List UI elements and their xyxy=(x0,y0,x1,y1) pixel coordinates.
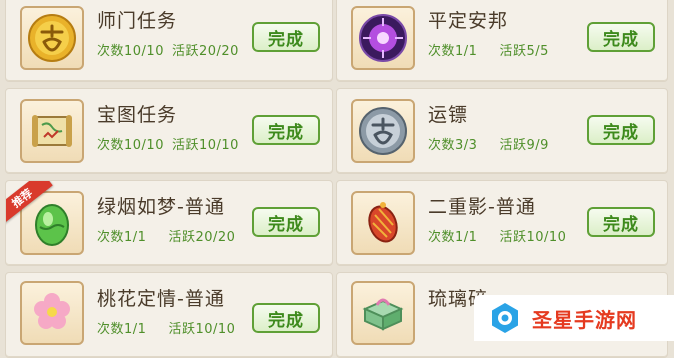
task-card-pingding: 平定安邦 次数1/1 活跃5/5 完成 xyxy=(336,0,668,82)
task-title: 平定安邦 xyxy=(428,10,509,32)
task-stats: 次数1/1 活跃20/20 xyxy=(97,226,235,245)
task-card-taohua: 桃花定情-普通 次数1/1 活跃10/10 完成 xyxy=(5,272,333,358)
complete-button[interactable]: 完成 xyxy=(252,22,320,52)
dream-coin-icon xyxy=(20,6,84,70)
task-activity: 活跃10/10 xyxy=(171,138,239,153)
peach-blossom-icon xyxy=(20,281,84,345)
task-title: 桃花定情-普通 xyxy=(97,288,225,310)
treasure-map-scroll-icon xyxy=(20,99,84,163)
complete-button[interactable]: 完成 xyxy=(252,303,320,333)
task-count: 次数1/1 xyxy=(428,230,478,245)
task-card-shimen: 师门任务 次数10/10 活跃20/20 完成 xyxy=(5,0,333,82)
task-activity: 活跃10/10 xyxy=(499,230,567,245)
task-card-yunbiao: 运镖 次数3/3 活跃9/9 完成 xyxy=(336,88,668,174)
task-count: 次数1/1 xyxy=(97,322,147,337)
watermark-text: 圣星手游网 xyxy=(532,307,637,332)
complete-button[interactable]: 完成 xyxy=(587,207,655,237)
complete-button[interactable]: 完成 xyxy=(252,115,320,145)
task-count: 次数1/1 xyxy=(97,230,147,245)
task-count: 次数3/3 xyxy=(428,138,478,153)
task-stats: 次数1/1 活跃10/10 xyxy=(428,226,566,245)
task-activity: 活跃5/5 xyxy=(499,44,549,59)
task-title: 二重影-普通 xyxy=(428,196,536,218)
task-activity: 活跃20/20 xyxy=(168,230,236,245)
task-stats: 次数3/3 活跃9/9 xyxy=(428,134,549,153)
task-title: 绿烟如梦-普通 xyxy=(97,196,225,218)
complete-button[interactable]: 完成 xyxy=(252,207,320,237)
task-activity: 活跃20/20 xyxy=(171,44,239,59)
task-title: 宝图任务 xyxy=(97,104,178,126)
purple-orb-icon xyxy=(351,6,415,70)
task-title: 师门任务 xyxy=(97,10,178,32)
site-watermark: 圣星手游网 xyxy=(474,295,674,341)
jade-box-icon xyxy=(351,281,415,345)
task-title: 运镖 xyxy=(428,104,469,126)
red-lantern-icon xyxy=(351,191,415,255)
task-activity: 活跃9/9 xyxy=(499,138,549,153)
task-count: 次数1/1 xyxy=(428,44,478,59)
task-count: 次数10/10 xyxy=(97,138,164,153)
task-stats: 次数10/10 活跃20/20 xyxy=(97,40,239,59)
task-list: 师门任务 次数10/10 活跃20/20 完成 平定安邦 次数1/1 活跃5/5 完… xyxy=(0,0,674,358)
task-count: 次数10/10 xyxy=(97,44,164,59)
task-card-lvyan: 推荐 绿烟如梦-普通 次数1/1 活跃20/20 完成 xyxy=(5,180,333,266)
task-card-erchongying: 二重影-普通 次数1/1 活跃10/10 完成 xyxy=(336,180,668,266)
complete-button[interactable]: 完成 xyxy=(587,115,655,145)
task-stats: 次数1/1 活跃10/10 xyxy=(97,318,235,337)
task-activity: 活跃10/10 xyxy=(168,322,236,337)
task-stats: 次数1/1 活跃5/5 xyxy=(428,40,549,59)
complete-button[interactable]: 完成 xyxy=(587,22,655,52)
task-card-baotu: 宝图任务 次数10/10 活跃10/10 完成 xyxy=(5,88,333,174)
silver-coin-icon xyxy=(351,99,415,163)
task-stats: 次数10/10 活跃10/10 xyxy=(97,134,239,153)
star-logo-icon xyxy=(492,303,518,333)
